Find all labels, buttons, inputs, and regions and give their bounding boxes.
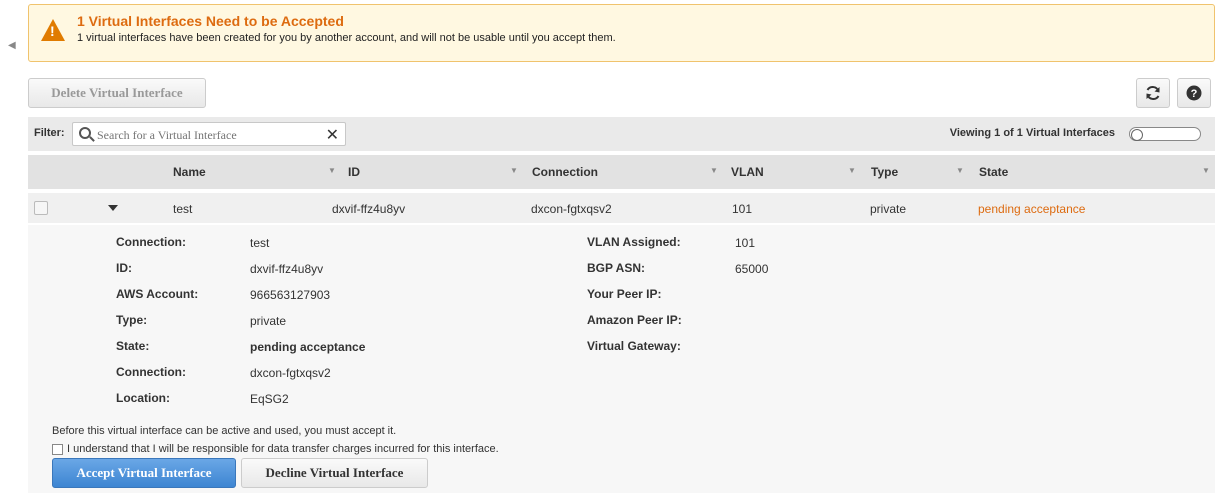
detail-vlan-assigned-label: VLAN Assigned: [587, 235, 681, 249]
detail-state-value: pending acceptance [250, 340, 366, 354]
svg-text:?: ? [1191, 88, 1198, 100]
detail-vlan-assigned-value: 101 [735, 236, 756, 250]
detail-aws-account-label: AWS Account: [116, 287, 199, 301]
table-header: Name ▼ ID ▼ Connection ▼ VLAN ▼ Type ▼ S… [28, 155, 1215, 189]
sort-type-icon[interactable]: ▼ [956, 166, 964, 175]
warning-icon: ! [41, 19, 65, 41]
row-name: test [173, 202, 193, 216]
view-toggle[interactable] [1129, 127, 1201, 141]
search-box[interactable]: ✕ [72, 122, 346, 146]
refresh-button[interactable] [1136, 78, 1170, 108]
column-header-vlan[interactable]: VLAN [731, 165, 764, 179]
alert-title: 1 Virtual Interfaces Need to be Accepted [77, 13, 344, 29]
acceptance-note: Before this virtual interface can be act… [52, 425, 397, 437]
help-button[interactable]: ? [1177, 78, 1211, 108]
detail-connection2-label: Connection: [116, 365, 186, 379]
delete-virtual-interface-button[interactable]: Delete Virtual Interface [28, 78, 206, 108]
column-header-id[interactable]: ID [348, 165, 360, 179]
row-checkbox[interactable] [34, 201, 48, 215]
expand-row-icon[interactable] [108, 205, 118, 211]
detail-type-value: private [250, 314, 287, 328]
agree-checkbox-row[interactable]: I understand that I will be responsible … [52, 443, 499, 455]
detail-id-label: ID: [116, 261, 132, 275]
row-state: pending acceptance [978, 202, 1086, 216]
accept-virtual-interface-button[interactable]: Accept Virtual Interface [52, 458, 236, 488]
sort-id-icon[interactable]: ▼ [510, 166, 518, 175]
row-id: dxvif-ffz4u8yv [332, 202, 406, 216]
detail-panel: Connection: test ID: dxvif-ffz4u8yv AWS … [28, 225, 1215, 493]
detail-virtual-gateway-label: Virtual Gateway: [587, 339, 681, 353]
column-header-connection[interactable]: Connection [532, 165, 598, 179]
detail-aws-account-value: 966563127903 [250, 288, 331, 302]
search-input[interactable] [97, 126, 317, 144]
detail-amazon-peer-ip-label: Amazon Peer IP: [587, 313, 682, 327]
agree-checkbox[interactable] [52, 443, 63, 455]
detail-state-label: State: [116, 339, 150, 353]
detail-id-value: dxvif-ffz4u8yv [250, 262, 324, 276]
sort-state-icon[interactable]: ▼ [1202, 166, 1210, 175]
clear-search-icon[interactable]: ✕ [326, 125, 339, 145]
search-icon [79, 127, 91, 139]
detail-bgp-asn-value: 65000 [735, 262, 769, 276]
column-header-type[interactable]: Type [871, 165, 898, 179]
row-type: private [870, 202, 907, 216]
detail-connection2-value: dxcon-fgtxqsv2 [250, 366, 331, 380]
detail-bgp-asn-label: BGP ASN: [587, 261, 646, 275]
sort-connection-icon[interactable]: ▼ [710, 166, 718, 175]
detail-location-value: EqSG2 [250, 392, 289, 406]
sort-vlan-icon[interactable]: ▼ [848, 166, 856, 175]
detail-type-label: Type: [116, 313, 148, 327]
detail-connection-label: Connection: [116, 235, 186, 249]
collapse-panel-icon[interactable]: ◀ [8, 40, 16, 51]
row-connection: dxcon-fgtxqsv2 [531, 202, 612, 216]
acceptance-alert: ! 1 Virtual Interfaces Need to be Accept… [28, 4, 1215, 62]
row-vlan: 101 [732, 202, 753, 216]
column-header-name[interactable]: Name [173, 165, 206, 179]
detail-location-label: Location: [116, 391, 170, 405]
decline-virtual-interface-button[interactable]: Decline Virtual Interface [241, 458, 428, 488]
alert-message: 1 virtual interfaces have been created f… [77, 32, 616, 44]
detail-your-peer-ip-label: Your Peer IP: [587, 287, 662, 301]
agree-text: I understand that I will be responsible … [67, 443, 499, 455]
help-icon: ? [1186, 85, 1202, 101]
refresh-icon [1146, 86, 1160, 100]
column-header-state[interactable]: State [979, 165, 1008, 179]
filter-bar: Filter: ✕ Viewing 1 of 1 Virtual Interfa… [28, 117, 1215, 151]
detail-connection-value: test [250, 236, 270, 250]
viewing-count: Viewing 1 of 1 Virtual Interfaces [949, 127, 1115, 139]
filter-label: Filter: [34, 127, 65, 139]
table-row[interactable]: test dxvif-ffz4u8yv dxcon-fgtxqsv2 101 p… [28, 193, 1215, 223]
sort-name-icon[interactable]: ▼ [328, 166, 336, 175]
